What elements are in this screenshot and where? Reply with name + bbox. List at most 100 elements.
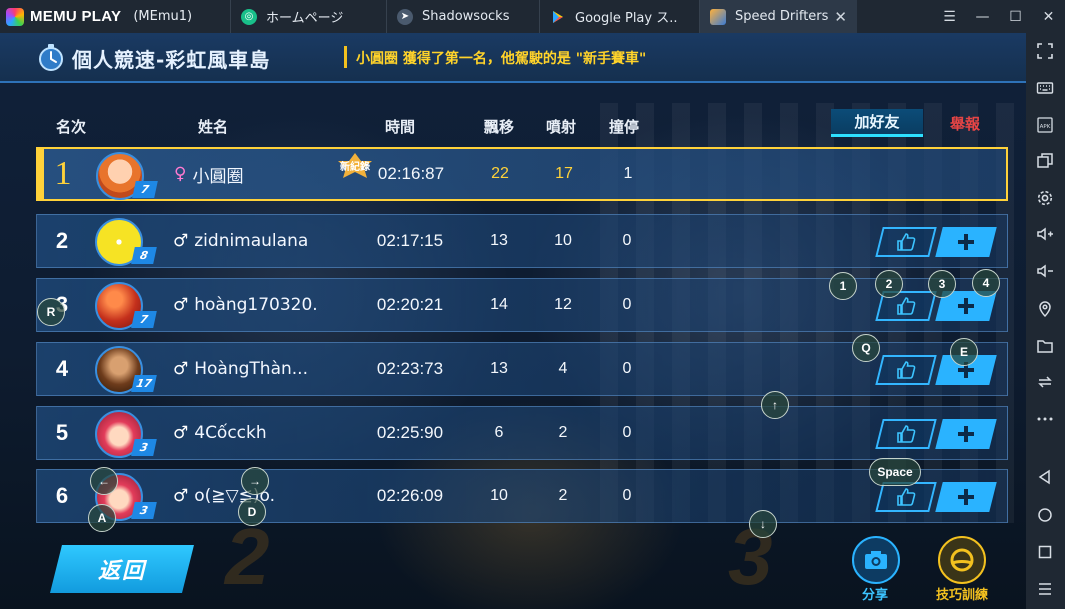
result-row: 3 7 ♂ hoàng170320. 02:20:21 14 12 0	[36, 278, 1008, 332]
minimize-icon[interactable]: —	[966, 9, 999, 25]
player-name: ♂ zidnimaulana	[173, 215, 308, 267]
keymap-space[interactable]: Space	[869, 458, 921, 486]
training-label: 技巧訓練	[936, 588, 989, 603]
menu-icon[interactable]: ☰	[933, 9, 966, 25]
like-button[interactable]	[875, 227, 937, 257]
steering-wheel-icon	[950, 548, 974, 572]
add-friend-button[interactable]	[935, 419, 997, 449]
column-header-name: 姓名	[198, 118, 229, 136]
like-button[interactable]	[875, 482, 937, 512]
thumbs-up-icon	[897, 361, 916, 379]
nitro-count: 4	[558, 360, 568, 377]
result-row: 2 8 ♂ zidnimaulana 02:17:15 13 10 0	[36, 214, 1008, 268]
volume-up-icon[interactable]	[1034, 223, 1056, 245]
male-icon: ♂	[173, 359, 189, 379]
track-title: 個人競速-彩虹風車島	[72, 48, 271, 72]
back-label: 返回	[97, 559, 146, 584]
keymap-r[interactable]: R	[37, 298, 65, 326]
keymap-up[interactable]: ↑	[761, 391, 789, 419]
folder-icon[interactable]	[1034, 335, 1056, 357]
keymap-a[interactable]: A	[88, 504, 116, 532]
keymap-left[interactable]: ←	[90, 467, 118, 495]
back-button[interactable]: 返回	[50, 545, 194, 593]
volume-down-icon[interactable]	[1034, 260, 1056, 282]
nitro-count: 2	[558, 424, 568, 441]
keymap-3[interactable]: 3	[928, 270, 956, 298]
share-button[interactable]	[852, 536, 900, 584]
plus-icon	[958, 234, 974, 250]
multi-window-icon[interactable]	[1034, 150, 1056, 172]
brand: MEMU PLAY (MEmu1)	[0, 7, 230, 26]
column-header-nitro: 噴射	[546, 118, 577, 136]
thumbs-up-icon	[897, 425, 916, 443]
sync-icon[interactable]	[1034, 371, 1056, 393]
home-icon: ◎	[241, 8, 257, 25]
race-time: 02:25:90	[376, 423, 444, 442]
keymap-2[interactable]: 2	[875, 270, 903, 298]
race-time: 02:20:21	[376, 295, 444, 314]
add-friend-tab[interactable]: 加好友	[831, 109, 923, 137]
keymap-down[interactable]: ↓	[749, 510, 777, 538]
window-controls: ☰ — ☐ ✕	[933, 0, 1065, 33]
settings-icon[interactable]	[1034, 187, 1056, 209]
like-button[interactable]	[875, 355, 937, 385]
tab-home[interactable]: ◎ ホームページ	[230, 0, 386, 33]
drift-count: 22	[491, 165, 509, 182]
level-badge: 7	[132, 181, 158, 198]
result-row: 5 3 ♂ 4Cốcckh 02:25:90 6 2 0	[36, 406, 1008, 460]
like-button[interactable]	[875, 419, 937, 449]
maximize-icon[interactable]: ☐	[999, 9, 1032, 25]
drift-count: 6	[494, 424, 504, 441]
tab-label: ホームページ	[266, 11, 344, 26]
tab-google-play[interactable]: Google Play ス..	[539, 0, 699, 33]
stopwatch-icon	[39, 44, 63, 71]
report-tab[interactable]: 舉報	[932, 109, 998, 137]
keymap-right[interactable]: →	[241, 467, 269, 495]
brand-name: MEMU PLAY	[30, 8, 122, 25]
back-icon[interactable]	[1034, 466, 1056, 488]
camera-icon	[865, 551, 887, 569]
menu-icon[interactable]	[1034, 578, 1056, 600]
level-badge: 3	[131, 439, 157, 456]
keymap-1[interactable]: 1	[829, 272, 857, 300]
player-name-text: hoàng170320.	[194, 295, 318, 315]
rank-number: 5	[55, 420, 69, 445]
result-row: 6 3 ♂ o(≧▽≦)o. 02:26:09 10 2 0	[36, 469, 1008, 523]
rank-number: 1	[54, 155, 72, 192]
close-tab-icon[interactable]: ✕	[834, 8, 847, 26]
keymap-e[interactable]: E	[950, 338, 978, 366]
close-window-icon[interactable]: ✕	[1032, 9, 1065, 25]
tab-speed-drifters[interactable]: Speed Drifters ✕	[699, 0, 857, 33]
apk-icon[interactable]: APK	[1034, 114, 1056, 136]
instance-name: (MEmu1)	[133, 9, 193, 24]
stall-count: 0	[622, 424, 632, 441]
keymap-4[interactable]: 4	[972, 269, 1000, 297]
player-name-text: HoàngThàn...	[194, 359, 308, 379]
player-name: ♀ 小圓圈	[174, 149, 243, 199]
add-friend-button[interactable]	[935, 482, 997, 512]
keymap-d[interactable]: D	[238, 498, 266, 526]
male-icon: ♂	[173, 231, 189, 251]
keyboard-icon[interactable]	[1034, 77, 1056, 99]
player-name: ♂ hoàng170320.	[173, 279, 318, 331]
recent-apps-icon[interactable]	[1034, 541, 1056, 563]
memu-logo-icon	[6, 7, 24, 26]
training-button[interactable]	[938, 536, 986, 584]
nitro-count: 12	[554, 296, 572, 313]
announce-car-name: "新手賽車"	[575, 51, 647, 67]
home-icon[interactable]	[1034, 504, 1056, 526]
add-friend-button[interactable]	[935, 227, 997, 257]
stall-count: 0	[622, 296, 632, 313]
drift-count: 13	[490, 232, 508, 249]
tab-shadowsocks[interactable]: ➤ Shadowsocks	[386, 0, 539, 33]
level-badge: 7	[131, 311, 157, 328]
stall-count: 1	[623, 165, 633, 182]
announce-text: 小圓圈 獲得了第一名，他駕駛的是	[356, 51, 576, 67]
player-name: ♂ 4Cốcckh	[173, 407, 267, 459]
location-icon[interactable]	[1034, 298, 1056, 320]
column-header-drift: 飄移	[484, 118, 515, 136]
more-icon[interactable]	[1034, 408, 1056, 430]
keymap-q[interactable]: Q	[852, 334, 880, 362]
rank-number: 4	[55, 356, 69, 381]
expand-icon[interactable]	[1034, 40, 1056, 62]
